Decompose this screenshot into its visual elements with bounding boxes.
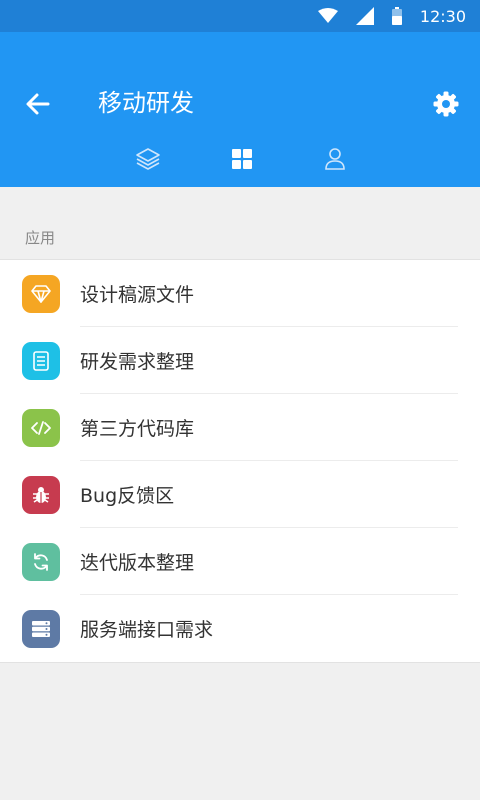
list-item-requirements[interactable]: 研发需求整理 <box>0 327 480 394</box>
wifi-icon <box>317 8 338 24</box>
status-bar: 12:30 <box>0 0 480 32</box>
page-title: 移动研发 <box>98 89 194 117</box>
list-item-label: 迭代版本整理 <box>80 552 195 574</box>
tab-layers[interactable] <box>134 145 162 173</box>
list-item-design-files[interactable]: 设计稿源文件 <box>0 260 480 327</box>
app-bar: 移动研发 <box>0 32 480 187</box>
settings-gear-icon[interactable] <box>432 90 460 118</box>
status-time: 12:30 <box>419 6 466 26</box>
server-icon <box>22 609 60 648</box>
list-item-bug-feedback[interactable]: Bug反馈区 <box>0 461 480 528</box>
list-item-label: Bug反馈区 <box>80 485 175 507</box>
section-header: 应用 <box>25 229 56 247</box>
tab-profile[interactable] <box>321 145 349 173</box>
list-item-iteration[interactable]: 迭代版本整理 <box>0 528 480 595</box>
back-arrow-icon[interactable] <box>24 90 52 118</box>
person-icon <box>325 148 345 170</box>
diamond-icon <box>22 274 60 313</box>
document-icon <box>22 341 60 380</box>
app-list: 设计稿源文件 研发需求整理 第三方代码库 Bug反馈区 迭代版本整理 服务端接口… <box>0 259 480 663</box>
list-item-server-api[interactable]: 服务端接口需求 <box>0 595 480 662</box>
list-item-label: 服务端接口需求 <box>80 619 214 641</box>
list-item-code-library[interactable]: 第三方代码库 <box>0 394 480 461</box>
list-item-label: 第三方代码库 <box>80 418 195 440</box>
list-item-label: 研发需求整理 <box>80 351 195 373</box>
list-item-label: 设计稿源文件 <box>80 284 195 306</box>
tab-bar <box>0 137 480 181</box>
layers-icon <box>136 148 160 170</box>
tab-grid[interactable] <box>228 145 256 173</box>
signal-icon <box>355 7 374 25</box>
grid-icon <box>232 149 252 169</box>
battery-icon <box>391 7 402 25</box>
refresh-icon <box>22 542 60 581</box>
bug-icon <box>22 475 60 514</box>
code-icon <box>22 408 60 447</box>
